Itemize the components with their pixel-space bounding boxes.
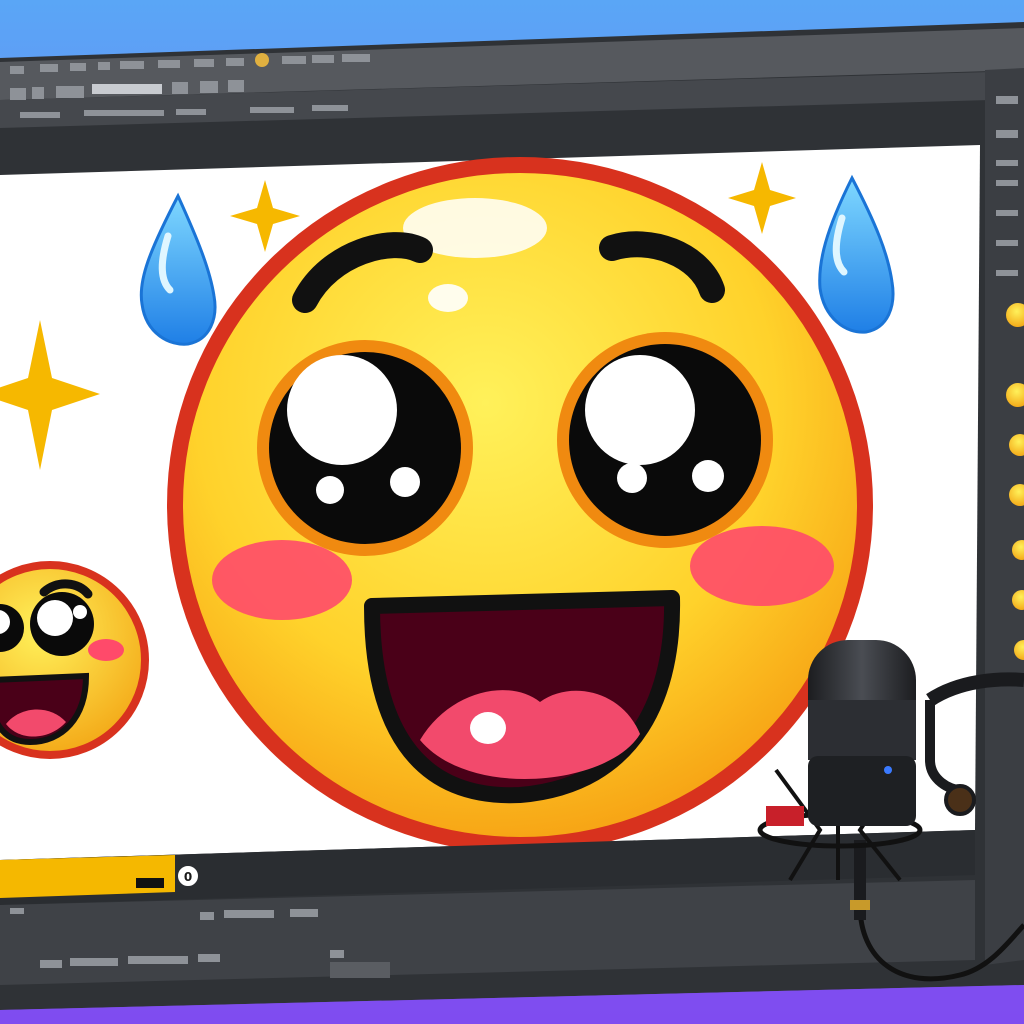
timeline-accent-bar (0, 855, 175, 898)
small-emoji[interactable] (0, 561, 149, 759)
layer-badge-text: 0 (184, 870, 192, 884)
editor-scene: 0 (0, 22, 1024, 1024)
layers-panel (985, 68, 1024, 965)
frame-label (136, 878, 164, 888)
main-emoji[interactable] (167, 157, 873, 853)
